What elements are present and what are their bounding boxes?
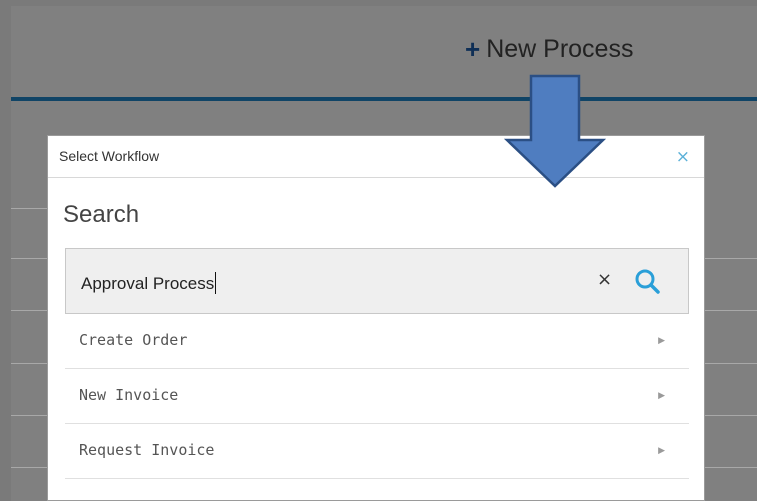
top-bar bbox=[11, 6, 757, 97]
list-item-label: Request Invoice bbox=[79, 441, 215, 459]
background-row-divider bbox=[11, 310, 51, 311]
background-row-divider bbox=[705, 310, 757, 311]
plus-icon: + bbox=[465, 34, 481, 64]
background-row-divider bbox=[705, 363, 757, 364]
background-row-divider bbox=[11, 208, 51, 209]
list-item-request-invoice[interactable]: Request Invoice ▶ bbox=[65, 424, 689, 479]
chevron-right-icon: ▶ bbox=[658, 446, 665, 456]
workflow-list: Create Order ▶ New Invoice ▶ Request Inv… bbox=[65, 314, 689, 479]
close-icon[interactable]: × bbox=[676, 147, 690, 167]
search-input-value[interactable]: Approval Process bbox=[81, 272, 217, 294]
chevron-right-icon: ▶ bbox=[658, 391, 665, 401]
text-cursor bbox=[215, 272, 217, 294]
new-process-button[interactable]: + New Process bbox=[465, 29, 633, 69]
search-heading: Search bbox=[63, 201, 140, 228]
background-row-divider bbox=[11, 467, 51, 468]
select-workflow-dialog: Select Workflow × Search Approval Proces… bbox=[47, 135, 705, 501]
search-icon[interactable] bbox=[633, 267, 661, 295]
list-item-label: New Invoice bbox=[79, 386, 179, 404]
chevron-right-icon: ▶ bbox=[658, 336, 665, 346]
background-row-divider bbox=[705, 415, 757, 416]
list-item-create-order[interactable]: Create Order ▶ bbox=[65, 314, 689, 369]
search-input[interactable]: Approval Process × bbox=[65, 248, 689, 314]
background-row-divider bbox=[11, 415, 51, 416]
down-arrow-annotation bbox=[503, 74, 607, 188]
background-row-divider bbox=[705, 467, 757, 468]
list-item-label: Create Order bbox=[79, 331, 188, 349]
background-row-divider bbox=[11, 363, 51, 364]
background-row-divider bbox=[11, 258, 51, 259]
dialog-title: Select Workflow bbox=[59, 148, 160, 164]
clear-icon[interactable]: × bbox=[597, 269, 612, 290]
new-process-label: New Process bbox=[486, 34, 634, 63]
background-row-divider bbox=[705, 258, 757, 259]
list-item-new-invoice[interactable]: New Invoice ▶ bbox=[65, 369, 689, 424]
